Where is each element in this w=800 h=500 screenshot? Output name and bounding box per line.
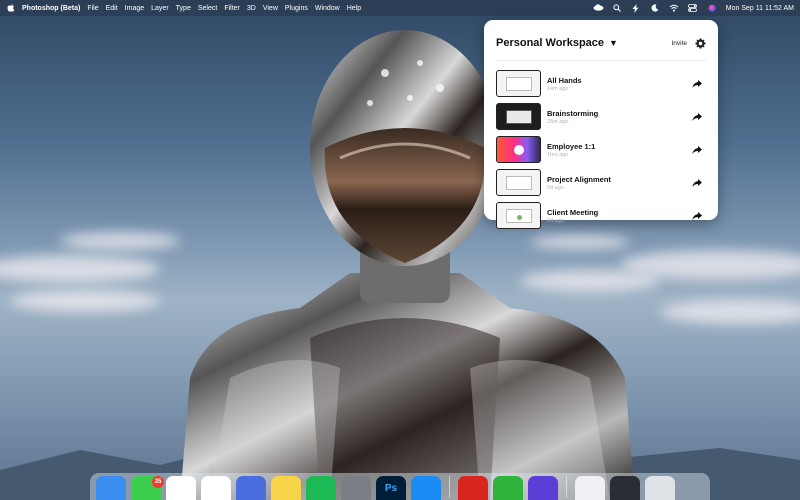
meeting-thumbnail — [496, 103, 541, 130]
menu-bar: Photoshop (Beta) File Edit Image Layer T… — [0, 0, 800, 16]
meeting-item-employee-1-1[interactable]: Employee 1:1 1hrs ago — [496, 133, 706, 166]
share-icon[interactable] — [692, 112, 702, 122]
share-icon[interactable] — [692, 211, 702, 221]
menu-bar-status-area: Mon Sep 11 11:52 AM — [593, 4, 794, 13]
meeting-thumbnail — [496, 169, 541, 196]
share-icon[interactable] — [692, 178, 702, 188]
panel-header: Personal Workspace ▼ Invite — [496, 28, 706, 58]
app-store-icon[interactable] — [411, 476, 441, 500]
finder-icon[interactable] — [96, 476, 126, 500]
window-thumbnail[interactable] — [610, 476, 640, 500]
bolt-icon[interactable] — [631, 4, 641, 13]
meeting-name: Project Alignment — [547, 174, 611, 184]
dock-separator — [566, 475, 567, 498]
menu-layer[interactable]: Layer — [151, 5, 169, 12]
wifi-icon[interactable] — [669, 4, 679, 12]
shortcuts-icon[interactable] — [528, 476, 558, 500]
panel-divider — [496, 60, 706, 61]
meeting-name: Client Meeting — [547, 207, 599, 217]
workspace-panel: Personal Workspace ▼ Invite All Hands 14… — [484, 20, 718, 229]
acrobat-icon[interactable] — [458, 476, 488, 500]
trash-icon[interactable] — [645, 476, 675, 500]
cloud-icon[interactable] — [593, 4, 604, 12]
menu-bar-clock[interactable]: Mon Sep 11 11:52 AM — [726, 5, 794, 12]
dock: 35 Ps — [90, 473, 710, 500]
invite-button[interactable]: Invite — [671, 40, 687, 47]
chrome-icon[interactable] — [201, 476, 231, 500]
play-icon — [514, 145, 524, 155]
share-icon[interactable] — [692, 79, 702, 89]
siri-icon[interactable] — [707, 4, 717, 12]
menu-plugins[interactable]: Plugins — [285, 5, 308, 12]
menu-image[interactable]: Image — [125, 5, 144, 12]
menu-type[interactable]: Type — [176, 5, 191, 12]
meeting-item-client-meeting[interactable]: Client Meeting 2d ago — [496, 199, 706, 232]
system-settings-icon[interactable] — [341, 476, 371, 500]
meeting-thumbnail — [496, 136, 541, 163]
menu-3d[interactable]: 3D — [247, 5, 256, 12]
slack-icon[interactable] — [166, 476, 196, 500]
meeting-name: Employee 1:1 — [547, 141, 596, 151]
menu-app-name[interactable]: Photoshop (Beta) — [22, 5, 80, 12]
menu-window[interactable]: Window — [315, 5, 340, 12]
send-icon[interactable] — [236, 476, 266, 500]
meeting-name: All Hands — [547, 75, 582, 85]
menu-filter[interactable]: Filter — [224, 5, 240, 12]
workspace-title[interactable]: Personal Workspace — [496, 37, 604, 49]
meeting-item-project-alignment[interactable]: Project Alignment 5d ago — [496, 166, 706, 199]
gear-icon[interactable] — [695, 37, 706, 49]
caret-down-icon[interactable]: ▼ — [609, 38, 618, 48]
meeting-name: Brainstorming — [547, 108, 599, 118]
search-icon[interactable] — [612, 4, 622, 12]
meeting-time: 1hrs ago — [547, 151, 569, 158]
messages-icon[interactable]: 35 — [131, 476, 164, 500]
dock-separator — [449, 475, 450, 498]
menu-view[interactable]: View — [263, 5, 278, 12]
spotify-icon[interactable] — [306, 476, 336, 500]
control-center-icon[interactable] — [688, 4, 698, 12]
menu-help[interactable]: Help — [347, 5, 361, 12]
notification-badge: 35 — [152, 476, 164, 488]
meeting-time: 2d ago — [547, 217, 564, 224]
document-thumbnail[interactable] — [575, 476, 605, 500]
menu-select[interactable]: Select — [198, 5, 217, 12]
moon-icon[interactable] — [650, 4, 660, 12]
meeting-item-all-hands[interactable]: All Hands 14m ago — [496, 67, 706, 100]
menu-edit[interactable]: Edit — [106, 5, 118, 12]
meeting-thumbnail — [496, 202, 541, 229]
meeting-time: 25m ago — [547, 118, 569, 125]
meeting-time: 14m ago — [547, 85, 569, 92]
share-icon[interactable] — [692, 145, 702, 155]
numbers-icon[interactable] — [493, 476, 523, 500]
notes-icon[interactable] — [271, 476, 301, 500]
apple-menu-icon[interactable] — [6, 3, 16, 14]
meeting-item-brainstorming[interactable]: Brainstorming 25m ago — [496, 100, 706, 133]
meeting-time: 5d ago — [547, 184, 564, 191]
photoshop-icon[interactable]: Ps — [376, 476, 406, 500]
meeting-thumbnail — [496, 70, 541, 97]
menu-file[interactable]: File — [87, 5, 98, 12]
